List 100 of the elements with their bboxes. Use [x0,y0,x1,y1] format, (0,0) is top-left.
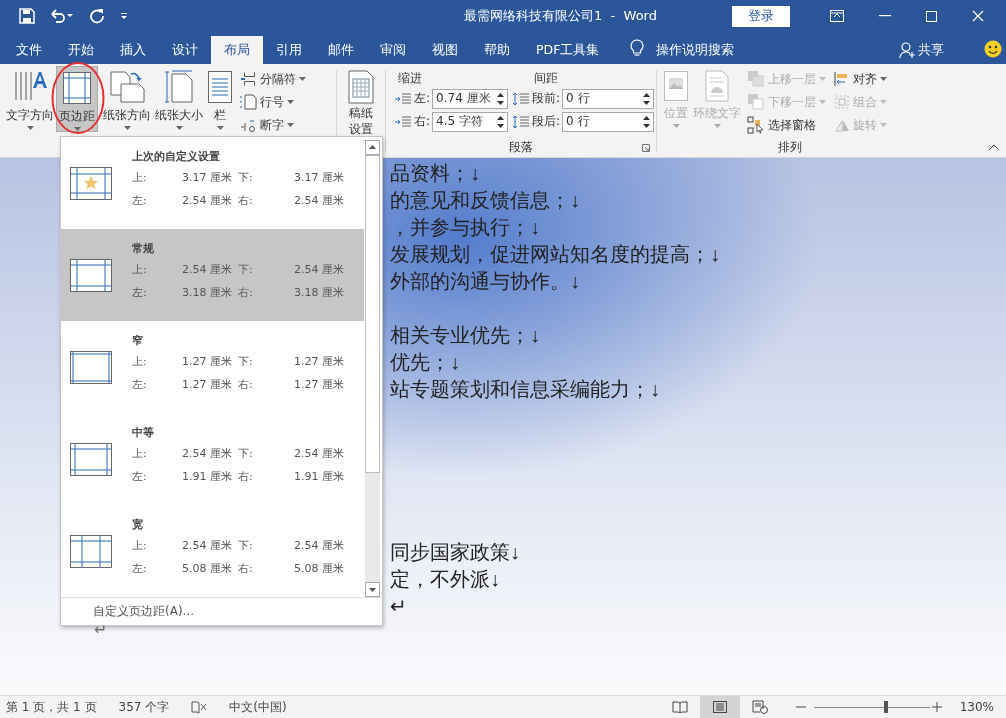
ribbon-button[interactable]: 选择窗格 [747,114,826,136]
caret-icon [299,77,306,81]
selection-pane-icon [747,116,765,134]
proofing-book-icon[interactable] [191,700,208,714]
ribbon-display-icon[interactable] [830,10,844,22]
caret-icon [819,100,826,104]
document-text-line: ，并参与执行；↓ [390,215,541,240]
ribbon-tab[interactable]: 邮件 [315,36,367,64]
share-button[interactable]: 共享 [899,36,944,64]
ribbon-tab[interactable]: 布局 [211,36,263,64]
page-margins-icon [70,166,112,200]
spin-arrows-icon[interactable] [643,114,651,129]
zoom-in-icon[interactable] [931,702,942,712]
ribbon-button[interactable]: 文字方向 [4,66,56,132]
ribbon-tab[interactable]: 引用 [263,36,315,64]
picture-page-icon [663,70,689,102]
maximize-icon[interactable] [926,10,937,22]
margin-preset-item[interactable]: 中等 上: 2.54 厘米 下: 2.54 厘米 左: 1.91 厘米 右: 1.91 厘米 [61,413,364,505]
margin-preset-item[interactable]: 上次的自定义设置 上: 3.17 厘米 下: 3.17 厘米 左: 2.54 厘米 右: 2.54 厘米 [61,137,364,229]
line-numbers-icon [239,94,257,110]
breaks-icon [239,70,257,88]
page-count[interactable]: 第 1 页，共 1 页 [6,698,97,716]
spin-field[interactable]: 0.74 厘米 [432,88,509,109]
caret-icon [819,77,826,81]
margin-preset-item[interactable]: 窄 上: 1.27 厘米 下: 1.27 厘米 左: 1.27 厘米 右: 1.27 厘米 [61,321,364,413]
customize-caret-icon[interactable] [119,11,129,21]
page-margins-icon [70,534,112,568]
ribbon-tab[interactable]: 设计 [159,36,211,64]
manuscript-grid-icon [347,70,375,104]
ribbon-button[interactable]: 断字 [239,114,306,136]
field-label: 右: [414,113,431,130]
lightbulb-icon [630,39,645,57]
caret-icon [123,126,131,130]
spin-field[interactable]: 0 行 [562,111,655,132]
indent-icon [394,114,412,129]
close-icon[interactable] [972,10,984,22]
align-icon [834,71,850,87]
document-text-line: 站专题策划和信息采编能力；↓ [390,377,661,402]
view-mode-button[interactable] [699,696,740,718]
scroll-up-icon[interactable] [365,140,380,155]
ribbon-button[interactable]: 栏 [205,66,235,132]
indent-icon [394,91,412,106]
spin-field[interactable]: 4.5 字符 [432,111,509,132]
margin-preset-item[interactable]: 宽 上: 2.54 厘米 下: 2.54 厘米 左: 5.08 厘米 右: 5.08 厘米 [61,505,364,597]
tell-me-search[interactable]: 操作说明搜索 [656,36,735,64]
page-margins-icon [70,350,112,384]
spin-arrows-icon[interactable] [497,91,505,106]
ribbon-button[interactable]: 纸张大小 [153,66,205,132]
ribbon-button[interactable]: 行号 [239,91,306,113]
ribbon-tab[interactable]: 帮助 [471,36,523,64]
field-label: 段后: [532,113,561,130]
caret-icon [287,100,294,104]
zoom-level[interactable]: 130% [959,700,994,714]
rotate-icon [834,117,850,133]
scroll-down-icon[interactable] [365,582,380,597]
ribbon-tab[interactable]: 审阅 [367,36,419,64]
undo-icon[interactable] [49,8,75,24]
caret-icon [287,123,294,127]
field-label: 左: [414,90,431,107]
caret-icon [713,124,721,128]
dialog-launcher-icon[interactable] [642,144,650,152]
ribbon-tab[interactable]: 文件 [3,36,55,64]
minimize-icon[interactable] [879,15,891,17]
ribbon-tab[interactable]: 开始 [55,36,107,64]
redo-icon[interactable] [89,8,105,24]
caret-icon [672,124,680,128]
document-text-line: 的意见和反馈信息；↓ [390,188,581,213]
caret-icon [880,77,887,81]
web-layout-icon [751,700,768,714]
document-text-line: 优先；↓ [390,350,461,375]
spacing-icon [512,114,531,129]
page-margins-icon [70,442,112,476]
sign-in-button[interactable]: 登录 [732,5,790,27]
document-text-line: 相关专业优先；↓ [390,323,541,348]
word-count[interactable]: 357 个字 [118,698,170,716]
ribbon-button[interactable]: 页边距 [56,66,98,132]
save-icon[interactable] [19,8,35,24]
document-text-line: 品资料；↓ [390,161,481,186]
ribbon-button[interactable]: 分隔符 [239,68,306,90]
document-text-line: 发展规划，促进网站知名度的提高；↓ [390,242,721,267]
page-layout-icon [711,701,728,713]
document-text-line: 同步国家政策↓ [390,540,521,565]
scroll-thumb[interactable] [365,155,380,473]
collapse-ribbon-icon[interactable] [988,144,1000,151]
smiley-icon[interactable] [984,40,1002,58]
language-indicator[interactable]: 中文(中国) [229,698,287,716]
ribbon-button[interactable]: 纸张方向 [101,66,153,132]
margins-icon [62,71,92,105]
ribbon-tab[interactable]: 插入 [107,36,159,64]
spin-arrows-icon[interactable] [497,114,505,129]
spin-arrows-icon[interactable] [643,91,651,106]
caret-icon [26,126,34,130]
ribbon-tab[interactable]: PDF工具集 [523,36,613,64]
orientation-icon [109,70,145,104]
ribbon-tab[interactable]: 视图 [419,36,471,64]
custom-margins-link[interactable]: 自定义页边距(A)... [61,597,382,625]
spin-field[interactable]: 0 行 [562,88,655,109]
margin-preset-item[interactable]: 常规 上: 2.54 厘米 下: 2.54 厘米 左: 3.18 厘米 右: 3.18 厘米 [61,229,364,321]
ribbon-button[interactable]: 对齐 [834,68,887,90]
columns-icon [207,70,233,104]
